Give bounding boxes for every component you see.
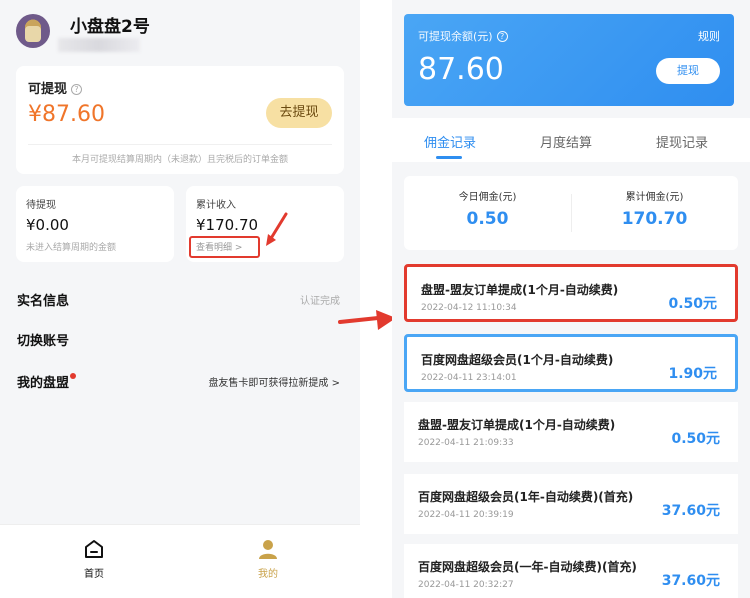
row-label: 实名信息 (17, 294, 70, 309)
record-title: 百度网盘超级会员(1年-自动续费)(首充) (418, 490, 634, 504)
blurred-user-id (58, 38, 140, 52)
tab-me[interactable]: 我的 (238, 537, 298, 580)
withdrawable-amount: ¥87.60 (28, 102, 105, 127)
tab-monthly-settlement[interactable]: 月度结算 (540, 132, 592, 151)
row-switch-account[interactable]: 切换账号 (0, 322, 360, 356)
row-label: 我的盘盟 (17, 376, 70, 391)
row-realname[interactable]: 实名信息 认证完成 (0, 282, 360, 316)
info-icon[interactable]: ? (496, 31, 508, 42)
list-item[interactable]: 百度网盘超级会员(1个月-自动续费) 2022-04-11 23:14:01 1… (404, 334, 738, 392)
total-income-label: 累计收入 (196, 200, 236, 211)
divider (28, 144, 332, 145)
record-time: 2022-04-11 20:39:19 (418, 510, 514, 520)
info-icon[interactable]: ? (71, 84, 83, 95)
record-time: 2022-04-12 11:10:34 (421, 303, 517, 313)
list-item[interactable]: 百度网盘超级会员(1年-自动续费)(首充) 2022-04-11 20:39:1… (404, 474, 738, 534)
pending-label: 待提现 (26, 200, 56, 211)
list-item[interactable]: 盘盟-盟友订单提成(1个月-自动续费) 2022-04-12 11:10:34 … (404, 264, 738, 322)
list-item[interactable]: 盘盟-盟友订单提成(1个月-自动续费) 2022-04-11 21:09:33 … (404, 402, 738, 462)
arrow-right-icon (338, 310, 396, 330)
stat-value: 0.50 (466, 209, 509, 229)
home-icon (85, 540, 103, 558)
withdrawable-card: 可提现? ¥87.60 去提现 本月可提现结算周期内（未退款）且完税后的订单金额 (16, 66, 344, 174)
rule-link[interactable]: 规则 (698, 28, 720, 44)
left-screen: 小盘盘2号 可提现? ¥87.60 去提现 本月可提现结算周期内（未退款）且完税… (0, 0, 360, 598)
profile-header: 小盘盘2号 (0, 0, 360, 60)
stat-label: 今日佣金(元) (458, 192, 517, 203)
record-amount: 37.60元 (661, 503, 720, 519)
record-amount: 0.50元 (668, 296, 717, 312)
record-time: 2022-04-11 23:14:01 (421, 373, 517, 383)
record-time: 2022-04-11 20:32:27 (418, 580, 514, 590)
stat-today: 今日佣金(元) 0.50 (404, 188, 571, 229)
record-tabs: 佣金记录 月度结算 提现记录 (392, 118, 750, 162)
commission-stats-card: 今日佣金(元) 0.50 累计佣金(元) 170.70 (404, 176, 738, 250)
user-icon (259, 540, 277, 559)
tab-home[interactable]: 首页 (64, 537, 124, 580)
notification-dot (70, 373, 77, 379)
tab-withdraw-records[interactable]: 提现记录 (656, 132, 708, 151)
withdraw-button[interactable]: 去提现 (266, 98, 332, 128)
pending-value: ¥0.00 (26, 216, 69, 234)
record-amount: 1.90元 (668, 366, 717, 382)
active-tab-indicator (436, 156, 462, 159)
stat-total: 累计佣金(元) 170.70 (571, 188, 738, 229)
tab-commission-records[interactable]: 佣金记录 (424, 132, 476, 151)
balance-label: 可提现余额(元) (418, 30, 493, 43)
pending-card: 待提现 ¥0.00 未进入结算周期的金额 (16, 186, 174, 262)
tab-label: 我的 (258, 569, 278, 580)
record-title: 盘盟-盟友订单提成(1个月-自动续费) (418, 418, 616, 432)
record-time: 2022-04-11 21:09:33 (418, 438, 514, 448)
stat-value: 170.70 (621, 209, 688, 229)
right-screen: 可提现余额(元)? 规则 87.60 提现 佣金记录 月度结算 提现记录 今日佣… (392, 0, 750, 598)
row-value: 盘友售卡即可获得拉新提成 > (208, 378, 340, 389)
withdrawable-title: 可提现 (28, 82, 68, 97)
row-label: 切换账号 (17, 334, 70, 349)
row-value: 认证完成 (300, 296, 340, 307)
withdraw-button[interactable]: 提现 (656, 58, 720, 84)
balance-card: 可提现余额(元)? 规则 87.60 提现 (404, 14, 734, 106)
balance-amount: 87.60 (418, 52, 504, 87)
username: 小盘盘2号 (70, 17, 150, 37)
detail-highlight-box (189, 236, 260, 258)
tab-label: 首页 (84, 569, 104, 580)
avatar[interactable] (16, 14, 50, 48)
list-item[interactable]: 百度网盘超级会员(一年-自动续费)(首充) 2022-04-11 20:32:2… (404, 544, 738, 598)
record-title: 百度网盘超级会员(一年-自动续费)(首充) (418, 560, 637, 574)
red-arrow-icon (266, 212, 288, 246)
pending-sub: 未进入结算周期的金额 (26, 243, 117, 253)
total-income-value: ¥170.70 (196, 216, 259, 234)
record-amount: 37.60元 (661, 573, 720, 589)
record-amount: 0.50元 (671, 431, 720, 447)
row-my-panmeng[interactable]: 我的盘盟 盘友售卡即可获得拉新提成 > (0, 364, 360, 398)
bottom-tabbar: 首页 我的 (0, 524, 360, 598)
record-title: 百度网盘超级会员(1个月-自动续费) (421, 353, 614, 367)
withdrawable-note: 本月可提现结算周期内（未退款）且完税后的订单金额 (71, 155, 288, 165)
record-title: 盘盟-盟友订单提成(1个月-自动续费) (421, 283, 619, 297)
stat-label: 累计佣金(元) (625, 192, 684, 203)
